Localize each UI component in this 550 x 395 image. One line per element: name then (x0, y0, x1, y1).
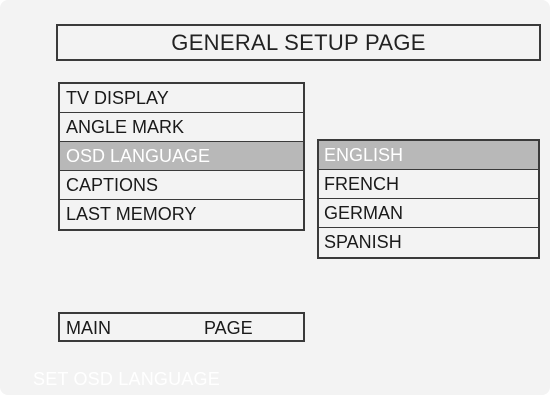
menu-item-angle-mark[interactable]: ANGLE MARK (60, 113, 303, 142)
page-title: GENERAL SETUP PAGE (56, 24, 541, 61)
option-german[interactable]: GERMAN (319, 199, 538, 228)
option-french[interactable]: FRENCH (319, 170, 538, 199)
setup-panel: GENERAL SETUP PAGE TV DISPLAY ANGLE MARK… (0, 0, 550, 395)
main-label: MAIN (66, 318, 111, 338)
language-options: ENGLISH FRENCH GERMAN SPANISH (317, 139, 540, 259)
setup-menu: TV DISPLAY ANGLE MARK OSD LANGUAGE CAPTI… (58, 82, 305, 231)
menu-item-captions[interactable]: CAPTIONS (60, 171, 303, 200)
main-page-button[interactable]: MAIN PAGE (58, 312, 305, 342)
status-text: SET OSD LANGUAGE (33, 369, 220, 389)
menu-item-osd-language[interactable]: OSD LANGUAGE (60, 142, 303, 171)
option-english[interactable]: ENGLISH (319, 141, 538, 170)
menu-item-last-memory[interactable]: LAST MEMORY (60, 200, 303, 229)
option-spanish[interactable]: SPANISH (319, 228, 538, 257)
page-label: PAGE (204, 318, 253, 338)
menu-item-tv-display[interactable]: TV DISPLAY (60, 84, 303, 113)
